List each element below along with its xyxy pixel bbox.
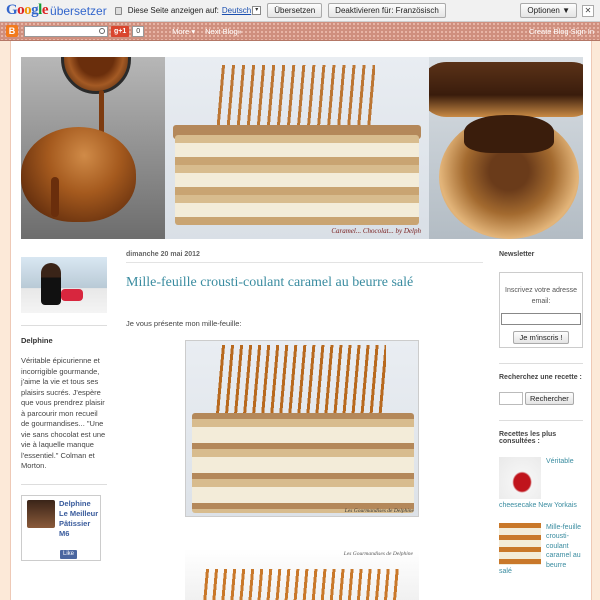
caramel-strands bbox=[216, 345, 386, 415]
search-input[interactable] bbox=[499, 392, 523, 405]
post-date: dimanche 20 mai 2012 bbox=[126, 251, 483, 263]
disable-translation-button[interactable]: Deaktivieren für: Französisch bbox=[328, 3, 446, 18]
cheesecake-thumbnail[interactable] bbox=[499, 457, 541, 499]
header-banner[interactable]: Caramel... Chocolat... by Delph bbox=[21, 57, 583, 239]
google-logo: Google bbox=[6, 2, 49, 18]
main-content: dimanche 20 mai 2012 Mille-feuille crous… bbox=[126, 251, 483, 600]
pastry-layers bbox=[192, 413, 414, 513]
caramel-cup bbox=[61, 57, 131, 94]
more-menu[interactable]: More ▾ bbox=[172, 27, 195, 36]
millefeuille-thumbnail[interactable] bbox=[499, 522, 541, 565]
red-cake bbox=[61, 289, 83, 301]
popular-post-link-cont[interactable]: cheesecake New Yorkais bbox=[499, 501, 583, 511]
newsletter-label: Inscrivez votre adresse email: bbox=[505, 287, 577, 305]
divider bbox=[21, 325, 107, 326]
profile-card: Delphine Le Meilleur Pâtissier M6 Like bbox=[21, 494, 101, 561]
close-icon[interactable]: ✕ bbox=[582, 4, 594, 17]
create-blog-sign-in-links[interactable]: Create Blog Sign In bbox=[529, 27, 594, 36]
google-plus-one-button[interactable]: g+1 bbox=[111, 25, 130, 37]
lock-icon bbox=[114, 6, 122, 15]
post-image-second[interactable]: Les Gourmandises de Delphine bbox=[185, 549, 419, 600]
email-field[interactable] bbox=[501, 313, 581, 325]
newsletter-box: Inscrivez votre adresse email: Je m'insc… bbox=[499, 272, 583, 348]
search-button[interactable]: Rechercher bbox=[525, 392, 574, 405]
chocolate-eclair-photo bbox=[429, 57, 583, 239]
millefeuille-banner-photo: Caramel... Chocolat... by Delph bbox=[165, 57, 429, 239]
left-sidebar: Delphine Véritable épicurienne et incorr… bbox=[21, 257, 107, 561]
popular-post-link[interactable]: Véritable bbox=[546, 457, 583, 467]
next-blog-link[interactable]: Next Blog» bbox=[205, 27, 242, 36]
post-intro: Je vous présente mon mille-feuille: bbox=[126, 319, 242, 328]
translate-bar: Google übersetzer Diese Seite anzeigen a… bbox=[0, 0, 600, 22]
popular-post-link[interactable]: Mille-feuille crousti-coulant caramel au… bbox=[546, 523, 583, 571]
post-image-millefeuille[interactable]: Les Gourmandises de Delphine bbox=[185, 340, 419, 517]
profile-name-link[interactable]: Delphine Le Meilleur Pâtissier M6 bbox=[59, 499, 99, 539]
translate-prompt: Diese Seite anzeigen auf: bbox=[127, 6, 219, 15]
author-heading: Delphine bbox=[21, 336, 53, 345]
divider bbox=[499, 363, 583, 364]
image-watermark: Les Gourmandises de Delphine bbox=[343, 551, 413, 557]
caramel-strands bbox=[200, 569, 400, 600]
divider bbox=[21, 483, 107, 485]
translate-service-label: übersetzer bbox=[50, 3, 107, 18]
choux-puff bbox=[21, 127, 136, 222]
translate-button[interactable]: Übersetzen bbox=[267, 3, 323, 18]
author-figure bbox=[41, 263, 61, 305]
chevron-down-icon[interactable]: ▾ bbox=[252, 6, 262, 15]
pastry-layers bbox=[175, 135, 419, 225]
language-select[interactable]: Deutsch bbox=[222, 6, 251, 15]
avatar[interactable] bbox=[27, 499, 55, 528]
popular-post-item[interactable]: Mille-feuille crousti-coulant caramel au… bbox=[499, 522, 583, 577]
recipe-search: Rechercher bbox=[499, 392, 583, 405]
search-icon[interactable] bbox=[99, 27, 105, 34]
blog-page: Caramel... Chocolat... by Delph Delphine… bbox=[10, 41, 592, 600]
search-heading: Recherchez une recette : bbox=[499, 374, 582, 381]
chocolate-glaze bbox=[464, 115, 554, 153]
plus-one-count: 0 bbox=[132, 25, 145, 37]
facebook-like-button[interactable]: Like bbox=[60, 549, 78, 559]
caramel-choux-photo bbox=[21, 57, 165, 239]
banner-signature: Caramel... Chocolat... by Delph bbox=[331, 227, 421, 235]
blogger-navbar: B g+1 0 More ▾ Next Blog» Create Blog Si… bbox=[0, 22, 600, 41]
divider bbox=[499, 420, 583, 421]
options-button[interactable]: Optionen ▼ bbox=[520, 3, 577, 18]
author-bio: Véritable épicurienne et incorrigible go… bbox=[21, 356, 106, 470]
caramel-drip bbox=[51, 177, 59, 217]
eclair bbox=[429, 62, 583, 117]
right-sidebar: Newsletter Inscrivez votre adresse email… bbox=[499, 251, 583, 576]
blogger-logo-icon[interactable]: B bbox=[6, 25, 18, 37]
image-watermark: Les Gourmandises de Delphine bbox=[344, 508, 414, 514]
newsletter-heading: Newsletter bbox=[499, 251, 535, 258]
popular-heading: Recettes les plus consultées : bbox=[499, 431, 557, 445]
blog-search-input[interactable] bbox=[24, 25, 108, 37]
post-title[interactable]: Mille-feuille crousti-coulant caramel au… bbox=[126, 275, 483, 291]
subscribe-button[interactable]: Je m'inscris ! bbox=[513, 331, 569, 344]
popular-post-item[interactable]: Véritable cheesecake New Yorkais bbox=[499, 457, 583, 511]
author-photo[interactable] bbox=[21, 257, 107, 313]
